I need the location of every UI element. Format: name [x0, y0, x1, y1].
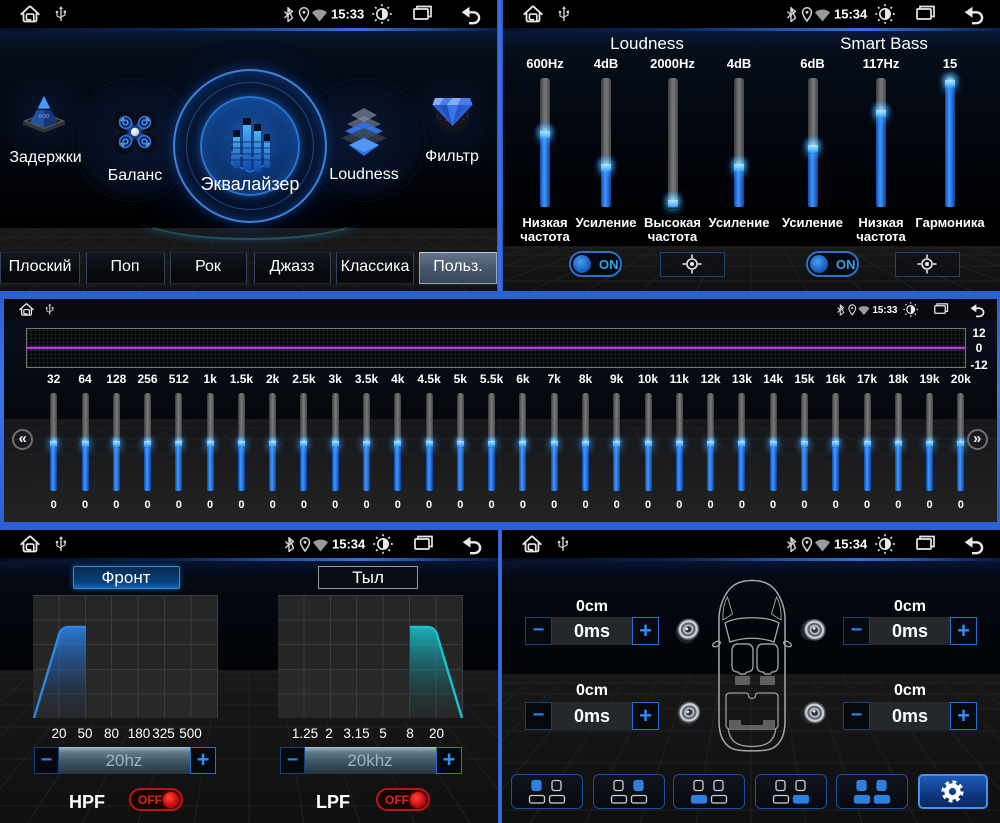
- svg-text:15:33: 15:33: [873, 305, 899, 316]
- svg-text:15:33: 15:33: [331, 7, 364, 22]
- svg-text:0-10: 0-10: [39, 114, 49, 120]
- svg-text:15:34: 15:34: [834, 537, 868, 552]
- svg-text:15:34: 15:34: [332, 537, 366, 552]
- svg-text:15:34: 15:34: [834, 7, 868, 22]
